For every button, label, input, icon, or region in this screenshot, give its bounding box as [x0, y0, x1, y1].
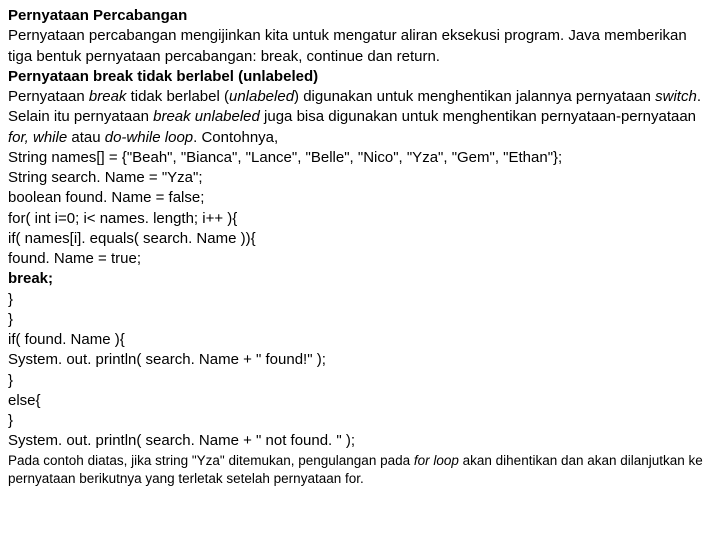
code-line: boolean found. Name = false;	[8, 188, 712, 208]
code-line: if( names[i]. equals( search. Name )){	[8, 229, 712, 249]
paragraph-break-desc: Pernyataan break tidak berlabel (unlabel…	[8, 87, 712, 148]
paragraph-intro: Pernyataan percabangan mengijinkan kita …	[8, 26, 712, 67]
code-line: System. out. println( search. Name + " n…	[8, 431, 712, 451]
code-line: }	[8, 290, 712, 310]
code-line: found. Name = true;	[8, 249, 712, 269]
code-line: System. out. println( search. Name + " f…	[8, 350, 712, 370]
code-line: if( found. Name ){	[8, 330, 712, 350]
code-line: }	[8, 411, 712, 431]
code-line: String names[] = {"Beah", "Bianca", "Lan…	[8, 148, 712, 168]
code-line: }	[8, 310, 712, 330]
heading-title: Pernyataan Percabangan	[8, 6, 712, 26]
heading-unlabeled: Pernyataan break tidak berlabel (unlabel…	[8, 67, 712, 87]
code-line: else{	[8, 391, 712, 411]
code-line: for( int i=0; i< names. length; i++ ){	[8, 209, 712, 229]
code-line: String search. Name = "Yza";	[8, 168, 712, 188]
paragraph-footnote: Pada contoh diatas, jika string "Yza" di…	[8, 452, 712, 488]
code-line: }	[8, 371, 712, 391]
code-line-break: break;	[8, 269, 712, 289]
